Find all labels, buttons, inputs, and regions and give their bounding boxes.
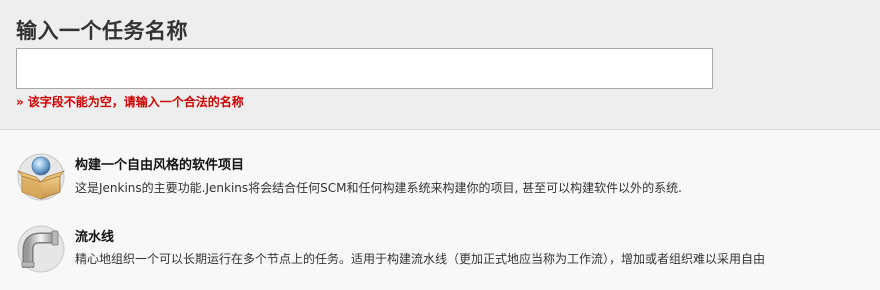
job-type-title: 构建一个自由风格的软件项目 bbox=[75, 158, 245, 173]
item-name-input[interactable] bbox=[16, 48, 713, 89]
job-type-title: 流水线 bbox=[75, 230, 115, 245]
job-type-description: 这是Jenkins的主要功能.Jenkins将会结合任何SCM和任何构建系统来构… bbox=[75, 181, 682, 195]
freestyle-project-icon bbox=[17, 153, 65, 201]
page-title: 输入一个任务名称 bbox=[16, 19, 188, 43]
item-name-section: 输入一个任务名称 » 该字段不能为空，请输入一个合法的名称 bbox=[0, 0, 880, 130]
validation-error: » 该字段不能为空，请输入一个合法的名称 bbox=[16, 93, 244, 110]
job-type-description: 精心地组织一个可以长期运行在多个节点上的任务。适用于构建流水线（更加正式地应当称… bbox=[75, 252, 766, 266]
error-message: 该字段不能为空，请输入一个合法的名称 bbox=[27, 95, 244, 109]
job-type-pipeline[interactable]: 流水线 精心地组织一个可以长期运行在多个节点上的任务。适用于构建流水线（更加正式… bbox=[0, 224, 880, 290]
pipeline-icon bbox=[17, 225, 65, 273]
error-arrow-icon: » bbox=[16, 95, 24, 109]
job-type-freestyle[interactable]: 构建一个自由风格的软件项目 这是Jenkins的主要功能.Jenkins将会结合… bbox=[0, 152, 880, 218]
